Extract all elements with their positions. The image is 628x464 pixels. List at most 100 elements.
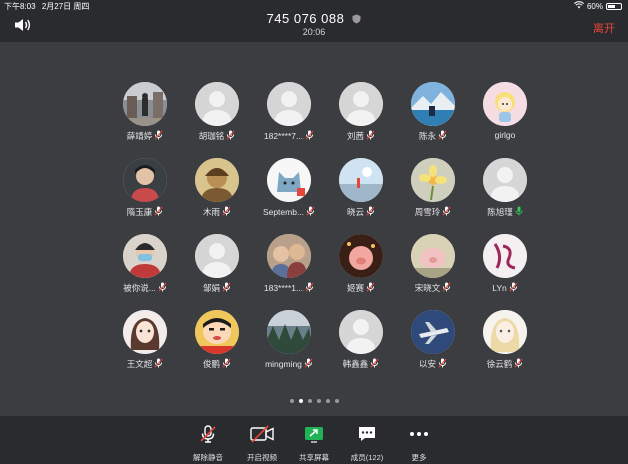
participant-tile[interactable]: girlgo xyxy=(469,82,541,158)
participant-name-row: 陈旭瑾 xyxy=(487,206,523,218)
mic-muted-icon xyxy=(438,130,447,142)
meeting-id[interactable]: 745 076 088 xyxy=(0,11,628,27)
participant-name: Septemb... xyxy=(262,207,305,217)
participant-tile[interactable]: Septemb... xyxy=(253,158,325,234)
participant-name-row: 刘茜 xyxy=(347,130,375,142)
mic-muted-icon xyxy=(154,130,163,142)
participant-name-row: girlgo xyxy=(495,130,516,140)
mic-muted-icon xyxy=(306,206,315,218)
meeting-header: 下午8:03 2月27日 周四 60% 745 076 088 20:06 离开 xyxy=(0,0,628,42)
mic-muted-icon xyxy=(305,130,314,142)
more-button[interactable]: 更多 xyxy=(389,424,449,463)
participant-tile[interactable]: 俊鹏 xyxy=(181,310,253,386)
participant-tile[interactable]: LYn xyxy=(469,234,541,310)
mic-muted-icon xyxy=(366,130,375,142)
participant-avatar xyxy=(123,82,167,126)
participant-name: 周雪玲 xyxy=(414,207,441,217)
participant-name-row: 183****1... xyxy=(264,282,314,294)
participant-avatar xyxy=(195,234,239,278)
mic-muted-icon xyxy=(222,358,231,370)
participant-avatar xyxy=(339,82,383,126)
participant-name: 薛靖婷 xyxy=(126,131,153,141)
participant-avatar xyxy=(267,158,311,202)
mic-muted-icon xyxy=(442,206,451,218)
participant-tile[interactable]: 邹娟 xyxy=(181,234,253,310)
participant-name-row: 周雪玲 xyxy=(415,206,452,218)
participant-tile[interactable]: 183****1... xyxy=(253,234,325,310)
mic-muted-icon xyxy=(226,130,235,142)
participant-name: 俊鹏 xyxy=(202,359,220,369)
participant-name-row: 被你说... xyxy=(123,282,167,294)
participant-avatar xyxy=(267,310,311,354)
participant-avatar xyxy=(483,82,527,126)
participant-tile[interactable]: 姬赛 xyxy=(325,234,397,310)
participant-avatar xyxy=(411,234,455,278)
status-bar-right: 60% xyxy=(573,1,622,11)
page-dot[interactable] xyxy=(289,399,294,403)
mic-muted-icon xyxy=(370,358,379,370)
leave-button[interactable]: 离开 xyxy=(593,20,615,36)
participant-tile[interactable]: 以安 xyxy=(397,310,469,386)
participant-name-row: mingming xyxy=(265,358,313,370)
participant-name-row: 王文超 xyxy=(127,358,164,370)
participant-tile[interactable]: 被你说... xyxy=(109,234,181,310)
participant-name-row: LYn xyxy=(492,282,518,294)
participant-tile[interactable]: 刘茜 xyxy=(325,82,397,158)
mic-muted-icon xyxy=(509,282,518,294)
participant-name: mingming xyxy=(265,359,302,369)
shield-icon xyxy=(352,12,361,27)
page-dot[interactable] xyxy=(316,399,321,403)
participant-tile[interactable]: 王文超 xyxy=(109,310,181,386)
participant-name: 被你说... xyxy=(123,283,156,293)
participant-tile[interactable]: 晓云 xyxy=(325,158,397,234)
participant-name-row: 木雨 xyxy=(203,206,231,218)
page-dot[interactable] xyxy=(325,399,330,403)
participant-avatar xyxy=(123,158,167,202)
participant-tile[interactable]: 182****7... xyxy=(253,82,325,158)
start-video-label: 开启视频 xyxy=(247,453,277,462)
participant-name: 胡珈铭 xyxy=(198,131,225,141)
participant-tile[interactable]: 胡珈铭 xyxy=(181,82,253,158)
participant-tile[interactable]: 韩鑫鑫 xyxy=(325,310,397,386)
page-dot[interactable] xyxy=(307,399,312,403)
mic-muted-icon xyxy=(158,282,167,294)
page-dot[interactable] xyxy=(298,399,303,403)
participant-tile[interactable]: 薛靖婷 xyxy=(109,82,181,158)
participant-tile[interactable]: 陈永 xyxy=(397,82,469,158)
mic-muted-icon xyxy=(154,358,163,370)
participant-avatar xyxy=(411,82,455,126)
members-button[interactable]: 成员(122) xyxy=(337,424,397,463)
participant-name: 晓云 xyxy=(346,207,364,217)
unmute-button[interactable]: 解除静音 xyxy=(178,424,238,463)
participant-tile[interactable]: 周雪玲 xyxy=(397,158,469,234)
participant-tile[interactable]: mingming xyxy=(253,310,325,386)
participant-tile[interactable]: 隋玉康 xyxy=(109,158,181,234)
participant-name: 宋晓文 xyxy=(414,283,441,293)
participant-name: 以安 xyxy=(418,359,436,369)
mic-muted-icon xyxy=(304,358,313,370)
mic-muted-icon xyxy=(222,206,231,218)
mic-muted-icon xyxy=(514,358,523,370)
mic-muted-icon xyxy=(442,282,451,294)
participant-name-row: 徐云鹤 xyxy=(487,358,524,370)
participant-name-row: 薛靖婷 xyxy=(127,130,164,142)
participant-grid: 薛靖婷 胡珈铭 182****7... 刘茜 陈永 girlgo 隋玉康 木雨 Septemb.… xyxy=(109,82,527,386)
participant-tile[interactable]: 陈旭瑾 xyxy=(469,158,541,234)
mic-muted-icon xyxy=(222,282,231,294)
participant-tile[interactable]: 木雨 xyxy=(181,158,253,234)
participant-avatar xyxy=(411,158,455,202)
participant-name-row: 182****7... xyxy=(264,130,314,142)
participant-tile[interactable]: 徐云鹤 xyxy=(469,310,541,386)
participant-tile[interactable]: 宋晓文 xyxy=(397,234,469,310)
start-video-button[interactable]: 开启视频 xyxy=(232,424,292,463)
page-dot[interactable] xyxy=(334,399,339,403)
share-screen-button[interactable]: 共享屏幕 xyxy=(284,424,344,463)
meeting-id-text: 745 076 088 xyxy=(266,11,345,26)
participant-avatar xyxy=(195,82,239,126)
participant-avatar xyxy=(195,310,239,354)
participant-name-row: 晓云 xyxy=(347,206,375,218)
participant-avatar xyxy=(195,158,239,202)
mic-off-icon xyxy=(198,424,218,449)
page-indicator[interactable] xyxy=(0,399,628,403)
mic-muted-icon xyxy=(305,282,314,294)
